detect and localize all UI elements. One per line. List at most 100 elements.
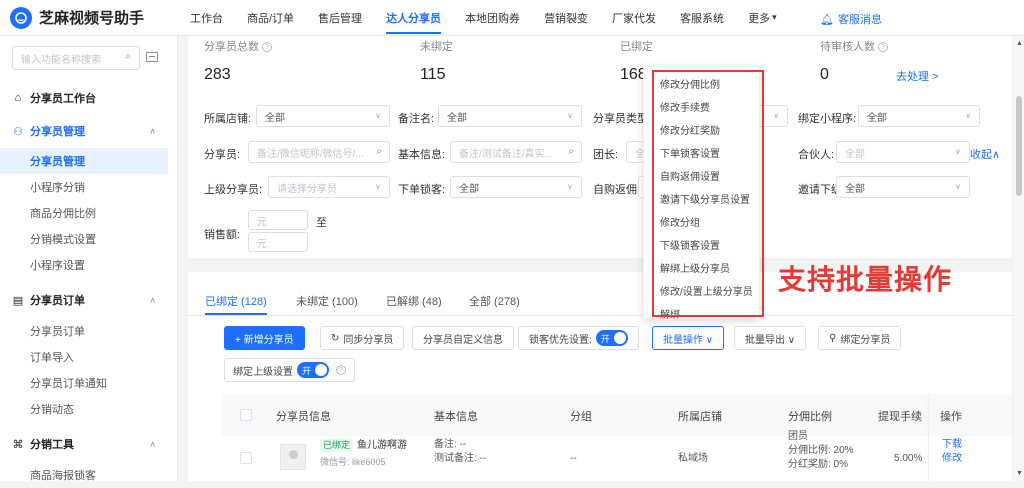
custom-info-button[interactable]: 分享员自定义信息 (412, 326, 514, 350)
lock-priority-toggle[interactable]: 开 (595, 330, 628, 346)
filter-label-miniprogram: 绑定小程序: (798, 113, 857, 125)
function-search-input[interactable]: 输入功能名称搜索 ⌕ (12, 46, 140, 70)
sidebar-group-workbench[interactable]: ⌂ 分享员工作台 (12, 90, 168, 106)
download-action[interactable]: 下载 (942, 438, 962, 451)
nav-goods-orders[interactable]: 商品/订单 (235, 0, 306, 36)
add-sharer-button[interactable]: + 新增分享员 (224, 326, 305, 350)
sidebar-item-miniprogram-settings[interactable]: 小程序设置 (0, 252, 168, 278)
filter-partner-select[interactable]: 全部 ∨ (836, 141, 970, 163)
bind-parent-toggle[interactable]: 开 (297, 362, 329, 378)
sales-min-input[interactable]: 元 (248, 210, 308, 230)
stat-label: 未绑定 (420, 41, 453, 53)
sidebar-item-miniprogram-distribution[interactable]: 小程序分销 (0, 174, 168, 200)
menu-item-unbind-parent[interactable]: 解绑上级分享员 (660, 260, 730, 275)
tab-unbound-history[interactable]: 已解绑 (48) (386, 293, 442, 309)
help-icon[interactable]: ? (878, 42, 888, 52)
batch-export-button[interactable]: 批量导出 ∨ (734, 326, 807, 350)
sidebar-item-order-notification[interactable]: 分享员订单通知 (0, 370, 168, 396)
menu-item-self-rebate[interactable]: 自购返佣设置 (660, 168, 720, 183)
filter-basic-info-input[interactable]: 备注/测试备注/真实... ⌕ (450, 141, 582, 163)
withdraw-fee: 5.00% (894, 453, 923, 464)
nav-workbench[interactable]: 工作台 (178, 0, 235, 36)
sidebar-item-order-import[interactable]: 订单导入 (0, 344, 168, 370)
sidebar-group-sharer-management[interactable]: ⚇ 分享员管理 ∧ (12, 123, 168, 139)
filter-label-shop: 所属店铺: (204, 113, 252, 125)
sidebar-item-sharer-management[interactable]: 分享员管理 (0, 148, 168, 174)
nav-more[interactable]: 更多 ▾ (736, 0, 789, 36)
sales-max-input[interactable]: 元 (248, 232, 308, 252)
menu-item-invite-sub[interactable]: 邀请下级分享员设置 (660, 191, 750, 206)
sidebar-item-distribution-mode[interactable]: 分销模式设置 (0, 226, 168, 252)
menu-layout-icon[interactable] (146, 52, 158, 62)
fixed-column-divider (928, 394, 929, 481)
chevron-down-icon: ∨ (375, 111, 381, 120)
app-logo[interactable]: 芝麻视频号助手 (0, 6, 178, 29)
chevron-down-icon: ∨ (955, 147, 961, 156)
stat-label: 已绑定 (620, 41, 653, 53)
menu-item-edit-commission[interactable]: 修改分佣比例 (660, 76, 720, 91)
go-process-link[interactable]: 去处理 > (896, 68, 938, 84)
filter-label-self-rebate: 自购返佣: (593, 184, 641, 196)
nav-dropshipping[interactable]: 厂家代发 (600, 0, 668, 36)
page-scrollbar[interactable]: ▲ ▼ (1012, 36, 1024, 481)
sidebar-item-poster-lock[interactable]: 商品海报锁客 (0, 462, 168, 488)
collapse-filters-link[interactable]: 收起∧ (970, 146, 1000, 162)
edit-action[interactable]: 修改 (942, 452, 962, 465)
sharer-test-note: 测试备注: -- (434, 453, 487, 464)
nav-marketing[interactable]: 营销裂变 (532, 0, 600, 36)
menu-item-unbind[interactable]: 解绑 (660, 306, 680, 321)
scroll-down-icon[interactable]: ▼ (1016, 470, 1023, 477)
filter-remark-select[interactable]: 全部 ∨ (438, 105, 582, 127)
search-icon[interactable]: ⌕ (125, 51, 131, 62)
sidebar-group-label: 分享员订单 (30, 295, 85, 307)
tab-all[interactable]: 全部 (278) (469, 293, 520, 309)
sidebar-group-distribution-tools[interactable]: ⌘ 分销工具 ∧ (12, 436, 168, 452)
search-icon: ⌕ (376, 146, 382, 157)
sidebar-item-goods-commission[interactable]: 商品分佣比例 (0, 200, 168, 226)
help-icon[interactable]: ? (262, 42, 272, 52)
tab-unbound[interactable]: 未绑定 (100) (296, 293, 358, 309)
tools-icon: ⌘ (12, 438, 24, 451)
row-checkbox[interactable] (240, 452, 252, 464)
scroll-thumb[interactable] (1016, 96, 1022, 196)
customer-message-link[interactable]: 🔔︎ 客服消息 (820, 11, 882, 27)
menu-item-edit-fee[interactable]: 修改手续费 (660, 99, 710, 114)
select-all-checkbox[interactable] (240, 409, 252, 421)
annotation-text: 支持批量操作 (778, 264, 953, 295)
select-value: 全部 (867, 112, 887, 124)
nav-sharers[interactable]: 达人分享员 (374, 0, 453, 36)
sharer-name-cell: 已绑定 鱼儿游啊游 (320, 439, 407, 452)
filter-order-lock-select[interactable]: 全部 ∨ (450, 176, 582, 198)
batch-operation-button[interactable]: 批量操作 ∨ (652, 326, 725, 350)
sidebar-group-sharer-orders[interactable]: ▤ 分享员订单 ∧ (12, 292, 168, 308)
filter-sharer-type-select[interactable]: ∨ (758, 105, 788, 127)
sharer-wechat: 微信号: like6005 (320, 457, 386, 467)
filter-miniprogram-select[interactable]: 全部 ∨ (858, 105, 980, 127)
filter-sharer-input[interactable]: 备注/微信昵称/微信号/... ⌕ (248, 141, 390, 163)
stat-value: 115 (420, 66, 446, 83)
menu-item-edit-group[interactable]: 修改分组 (660, 214, 700, 229)
bind-sharer-button[interactable]: ⚲ 绑定分享员 (818, 326, 902, 350)
sidebar-item-distribution-feed[interactable]: 分销动态 (0, 396, 168, 422)
menu-item-edit-dividend[interactable]: 修改分红奖励 (660, 122, 720, 137)
nav-customer-service[interactable]: 客服系统 (668, 0, 736, 36)
nav-local-coupons[interactable]: 本地团购券 (453, 0, 532, 36)
search-icon: ⌕ (568, 146, 574, 157)
help-icon[interactable]: ? (336, 365, 346, 375)
menu-item-order-lock[interactable]: 下单锁客设置 (660, 145, 720, 160)
tab-bound[interactable]: 已绑定 (128) (205, 293, 267, 309)
filter-shop-select[interactable]: 全部 ∨ (256, 105, 390, 127)
lock-priority-label: 锁客优先设置: (529, 334, 592, 346)
sidebar-item-sharer-orders[interactable]: 分享员订单 (0, 318, 168, 344)
scroll-up-icon[interactable]: ▲ (1016, 40, 1023, 47)
chevron-down-icon: ▾ (772, 12, 777, 22)
sync-sharer-button[interactable]: ↻ 同步分享员 (320, 326, 405, 350)
menu-item-set-parent[interactable]: 修改/设置上级分享员 (660, 283, 753, 298)
sidebar-group-label: 分享员工作台 (30, 93, 96, 105)
filter-parent-sharer-select[interactable]: 请选择分享员 ∨ (268, 176, 390, 198)
nav-after-sales[interactable]: 售后管理 (306, 0, 374, 36)
search-placeholder: 输入功能名称搜索 (21, 54, 101, 66)
col-shop: 所属店铺 (678, 411, 722, 423)
filter-invite-sub-select[interactable]: 全部 ∨ (836, 176, 970, 198)
menu-item-sub-lock[interactable]: 下级锁客设置 (660, 237, 720, 252)
